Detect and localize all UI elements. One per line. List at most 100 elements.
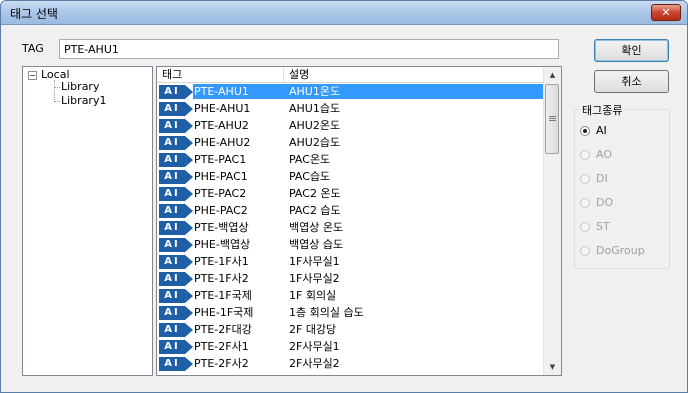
badge-arrow xyxy=(185,340,193,354)
table-row[interactable]: AI PTE-백엽상 백엽상 온도 xyxy=(157,219,544,236)
table-row[interactable]: AI PHE-1F국제 1층 회의실 습도 xyxy=(157,304,544,321)
table-row[interactable]: AI PTE-1F사2 1F사무실2 xyxy=(157,270,544,287)
radio-button xyxy=(580,246,590,256)
analog-input-icon: AI xyxy=(159,340,193,354)
ai-badge-label: AI xyxy=(159,153,185,167)
table-row[interactable]: AI PHE-AHU1 AHU1습도 xyxy=(157,100,544,117)
table-row[interactable]: AI PTE-2F사2 2F사무실2 xyxy=(157,355,544,372)
badge-arrow xyxy=(185,238,193,252)
grip-line xyxy=(549,120,556,121)
ai-badge-label: AI xyxy=(159,136,185,150)
badge-arrow xyxy=(185,272,193,286)
badge-arrow xyxy=(185,221,193,235)
table-row[interactable]: AI PTE-PAC1 PAC온도 xyxy=(157,151,544,168)
description-cell: 1F사무실2 xyxy=(289,272,340,285)
title-bar[interactable]: 태그 선택 ✕ xyxy=(1,1,687,25)
grip-line xyxy=(549,118,556,119)
radio-label: AI xyxy=(596,124,607,137)
tag-type-label: 태그종류 xyxy=(580,102,625,118)
close-button[interactable]: ✕ xyxy=(651,4,681,21)
tag-rows: AI PTE-AHU1 AHU1온도 AI PHE-AHU1 AHU1습도 AI PTE-AH… xyxy=(157,83,544,372)
list-header: 태그 설명 xyxy=(157,67,544,83)
radio-option-do: DO xyxy=(580,196,613,210)
table-row[interactable]: AI PTE-AHU1 AHU1온도 xyxy=(157,83,544,100)
ai-badge-label: AI xyxy=(159,204,185,218)
badge-arrow xyxy=(185,136,193,150)
analog-input-icon: AI xyxy=(159,255,193,269)
tag-cell: PTE-AHU1 xyxy=(194,85,249,98)
tag-cell: PTE-2F대강 xyxy=(194,323,252,336)
table-row[interactable]: AI PHE-AHU2 AHU2습도 xyxy=(157,134,544,151)
scroll-down-icon[interactable]: ▼ xyxy=(544,359,561,375)
tree-item-library[interactable]: Library xyxy=(61,80,99,94)
grip-line xyxy=(549,116,556,117)
column-header-tag[interactable]: 태그 xyxy=(157,67,284,82)
tag-cell: PTE-PAC2 xyxy=(194,187,247,200)
radio-option-ai[interactable]: AI xyxy=(580,124,607,138)
table-row[interactable]: AI PHE-PAC2 PAC2 습도 xyxy=(157,202,544,219)
tree-connector xyxy=(54,80,55,102)
description-cell: PAC온도 xyxy=(289,153,331,166)
badge-arrow xyxy=(185,289,193,303)
badge-arrow xyxy=(185,102,193,116)
description-cell: PAC2 습도 xyxy=(289,204,341,217)
badge-arrow xyxy=(185,357,193,371)
ai-badge-label: AI xyxy=(159,221,185,235)
table-row[interactable]: AI PTE-1F국제 1F 회의실 xyxy=(157,287,544,304)
column-header-description[interactable]: 설명 xyxy=(284,67,544,82)
ai-badge-label: AI xyxy=(159,255,185,269)
ai-badge-label: AI xyxy=(159,357,185,371)
table-row[interactable]: AI PTE-1F사1 1F사무실1 xyxy=(157,253,544,270)
badge-arrow xyxy=(185,170,193,184)
table-row[interactable]: AI PTE-PAC2 PAC2 온도 xyxy=(157,185,544,202)
analog-input-icon: AI xyxy=(159,306,193,320)
radio-label: AO xyxy=(596,148,612,161)
tag-type-group: 태그종류 AI AO DI DO ST DoGroup xyxy=(574,102,670,269)
tag-cell: PTE-1F국제 xyxy=(194,289,252,302)
radio-option-ao: AO xyxy=(580,148,612,162)
ok-button[interactable]: 확인 xyxy=(594,39,669,62)
tag-cell: PHE-PAC2 xyxy=(194,204,248,217)
analog-input-icon: AI xyxy=(159,221,193,235)
badge-arrow xyxy=(185,119,193,133)
scroll-up-icon[interactable]: ▲ xyxy=(544,67,561,83)
ai-badge-label: AI xyxy=(159,187,185,201)
analog-input-icon: AI xyxy=(159,119,193,133)
tag-cell: PHE-AHU1 xyxy=(194,102,251,115)
description-cell: PAC습도 xyxy=(289,170,331,183)
table-row[interactable]: AI PTE-AHU2 AHU2온도 xyxy=(157,117,544,134)
description-cell: AHU1습도 xyxy=(289,102,341,115)
collapse-icon[interactable]: − xyxy=(28,70,37,80)
tag-list: 태그 설명 AI PTE-AHU1 AHU1온도 AI PHE-AHU1 AHU1습도 AI… xyxy=(156,66,562,376)
tag-cell: PTE-1F사1 xyxy=(194,255,249,268)
tag-cell: PTE-2F사1 xyxy=(194,340,249,353)
ai-badge-label: AI xyxy=(159,238,185,252)
scroll-thumb[interactable] xyxy=(545,84,559,154)
analog-input-icon: AI xyxy=(159,289,193,303)
description-cell: 2F사무실1 xyxy=(289,340,340,353)
cancel-button[interactable]: 취소 xyxy=(594,70,669,93)
description-cell: 백엽상 온도 xyxy=(289,221,344,234)
description-cell: 1층 회의실 습도 xyxy=(289,306,364,319)
library-tree: − Local Library Library1 xyxy=(22,66,153,376)
table-row[interactable]: AI PTE-2F사1 2F사무실1 xyxy=(157,338,544,355)
radio-button xyxy=(580,222,590,232)
radio-button[interactable] xyxy=(580,126,590,136)
tree-item-library1[interactable]: Library1 xyxy=(61,94,106,108)
table-row[interactable]: AI PHE-백엽상 백엽상 습도 xyxy=(157,236,544,253)
tag-cell: PTE-2F사2 xyxy=(194,357,249,370)
badge-arrow xyxy=(185,323,193,337)
tag-input[interactable] xyxy=(59,39,559,59)
tag-cell: PHE-백엽상 xyxy=(194,238,251,251)
tag-select-dialog: 태그 선택 ✕ TAG −Local Library Library1 태그 설… xyxy=(0,0,688,393)
analog-input-icon: AI xyxy=(159,204,193,218)
tag-cell: PHE-AHU2 xyxy=(194,136,251,149)
vertical-scrollbar[interactable]: ▲ ▼ xyxy=(543,67,561,375)
table-row[interactable]: AI PHE-PAC1 PAC습도 xyxy=(157,168,544,185)
analog-input-icon: AI xyxy=(159,85,193,99)
table-row[interactable]: AI PTE-2F대강 2F 대강당 xyxy=(157,321,544,338)
analog-input-icon: AI xyxy=(159,238,193,252)
tree-connector xyxy=(54,101,60,102)
tag-cell: PHE-1F국제 xyxy=(194,306,254,319)
ai-badge-label: AI xyxy=(159,306,185,320)
